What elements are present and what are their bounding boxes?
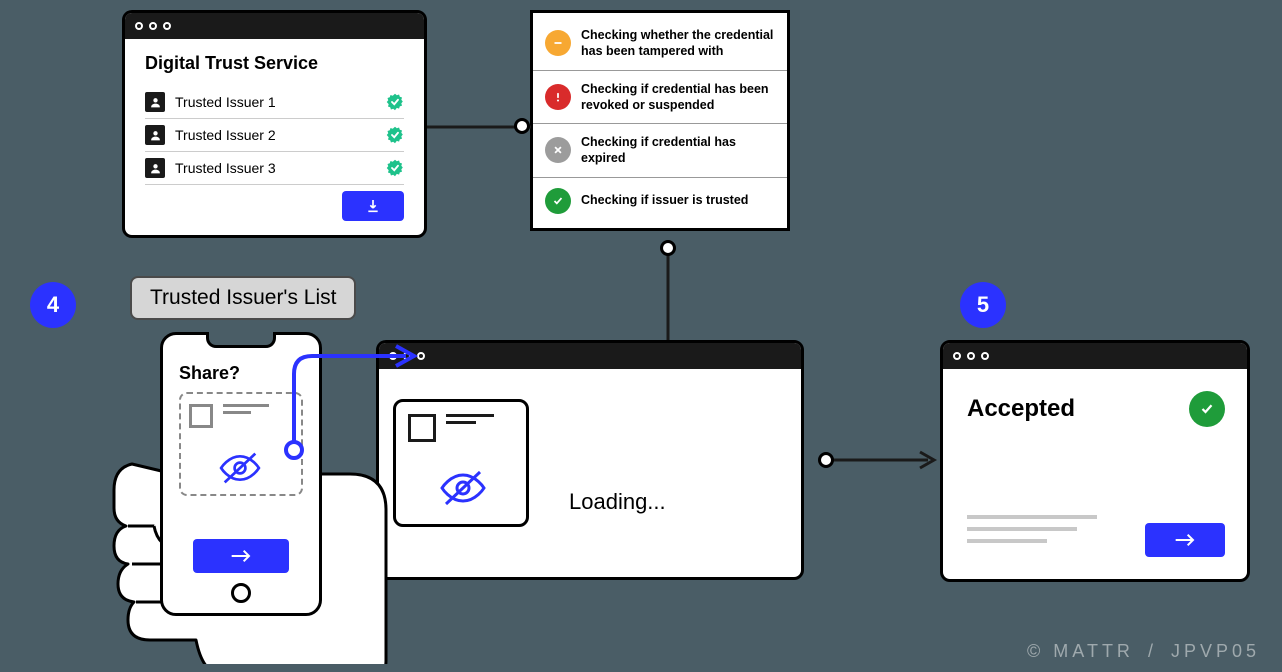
person-icon [145,92,165,112]
window-titlebar [125,13,424,39]
check-text: Checking whether the credential has been… [581,27,775,60]
verified-seal-icon [386,126,404,144]
connector-node [514,118,530,134]
arrow-right-icon [1173,532,1197,548]
separator: / [1148,641,1157,662]
issuer-name: Trusted Issuer 2 [175,127,376,143]
issuer-name: Trusted Issuer 3 [175,160,376,176]
connector-node [660,240,676,256]
window-titlebar [943,343,1247,369]
download-button[interactable] [342,191,404,221]
check-row-trusted: Checking if issuer is trusted [533,178,787,224]
person-icon [145,125,165,145]
verified-seal-icon [386,159,404,177]
footer-credits: © MATTR / JPVP05 [1027,641,1260,662]
connector-arrow [824,450,940,470]
eye-off-icon [438,468,488,508]
issuer-row: Trusted Issuer 3 [145,152,404,185]
share-arrow [256,344,424,464]
issuer-row: Trusted Issuer 2 [145,119,404,152]
success-check-icon [1189,391,1225,427]
trust-service-window: Digital Trust Service Trusted Issuer 1 T… [122,10,427,238]
copyright-text: © MATTR [1027,641,1134,662]
connector-node [818,452,834,468]
check-text: Checking if credential has been revoked … [581,81,775,114]
check-text: Checking if issuer is trusted [581,192,748,208]
issuer-name: Trusted Issuer 1 [175,94,376,110]
arrow-right-icon [229,548,253,564]
accepted-heading: Accepted [967,395,1223,423]
step-badge-5: 5 [960,282,1006,328]
x-icon [545,137,571,163]
placeholder-text-lines [967,515,1097,551]
issuer-row: Trusted Issuer 1 [145,86,404,119]
trusted-issuers-label: Trusted Issuer's List [130,276,356,320]
verified-seal-icon [386,93,404,111]
minus-icon [545,30,571,56]
verifier-loading-window: Loading... [376,340,804,580]
check-row-tamper: Checking whether the credential has been… [533,17,787,71]
verification-checks-panel: Checking whether the credential has been… [530,10,790,231]
loading-text: Loading... [569,489,666,515]
check-text: Checking if credential has expired [581,134,775,167]
check-row-revoked: Checking if credential has been revoked … [533,71,787,125]
check-icon [545,188,571,214]
download-icon [365,198,381,214]
step-badge-4: 4 [30,282,76,328]
trust-service-title: Digital Trust Service [145,53,404,74]
share-button[interactable] [193,539,289,573]
window-titlebar [379,343,801,369]
check-row-expired: Checking if credential has expired [533,124,787,178]
accepted-window: Accepted [940,340,1250,582]
diagram-code: JPVP05 [1171,641,1260,662]
continue-button[interactable] [1145,523,1225,557]
person-icon [145,158,165,178]
exclamation-icon [545,84,571,110]
